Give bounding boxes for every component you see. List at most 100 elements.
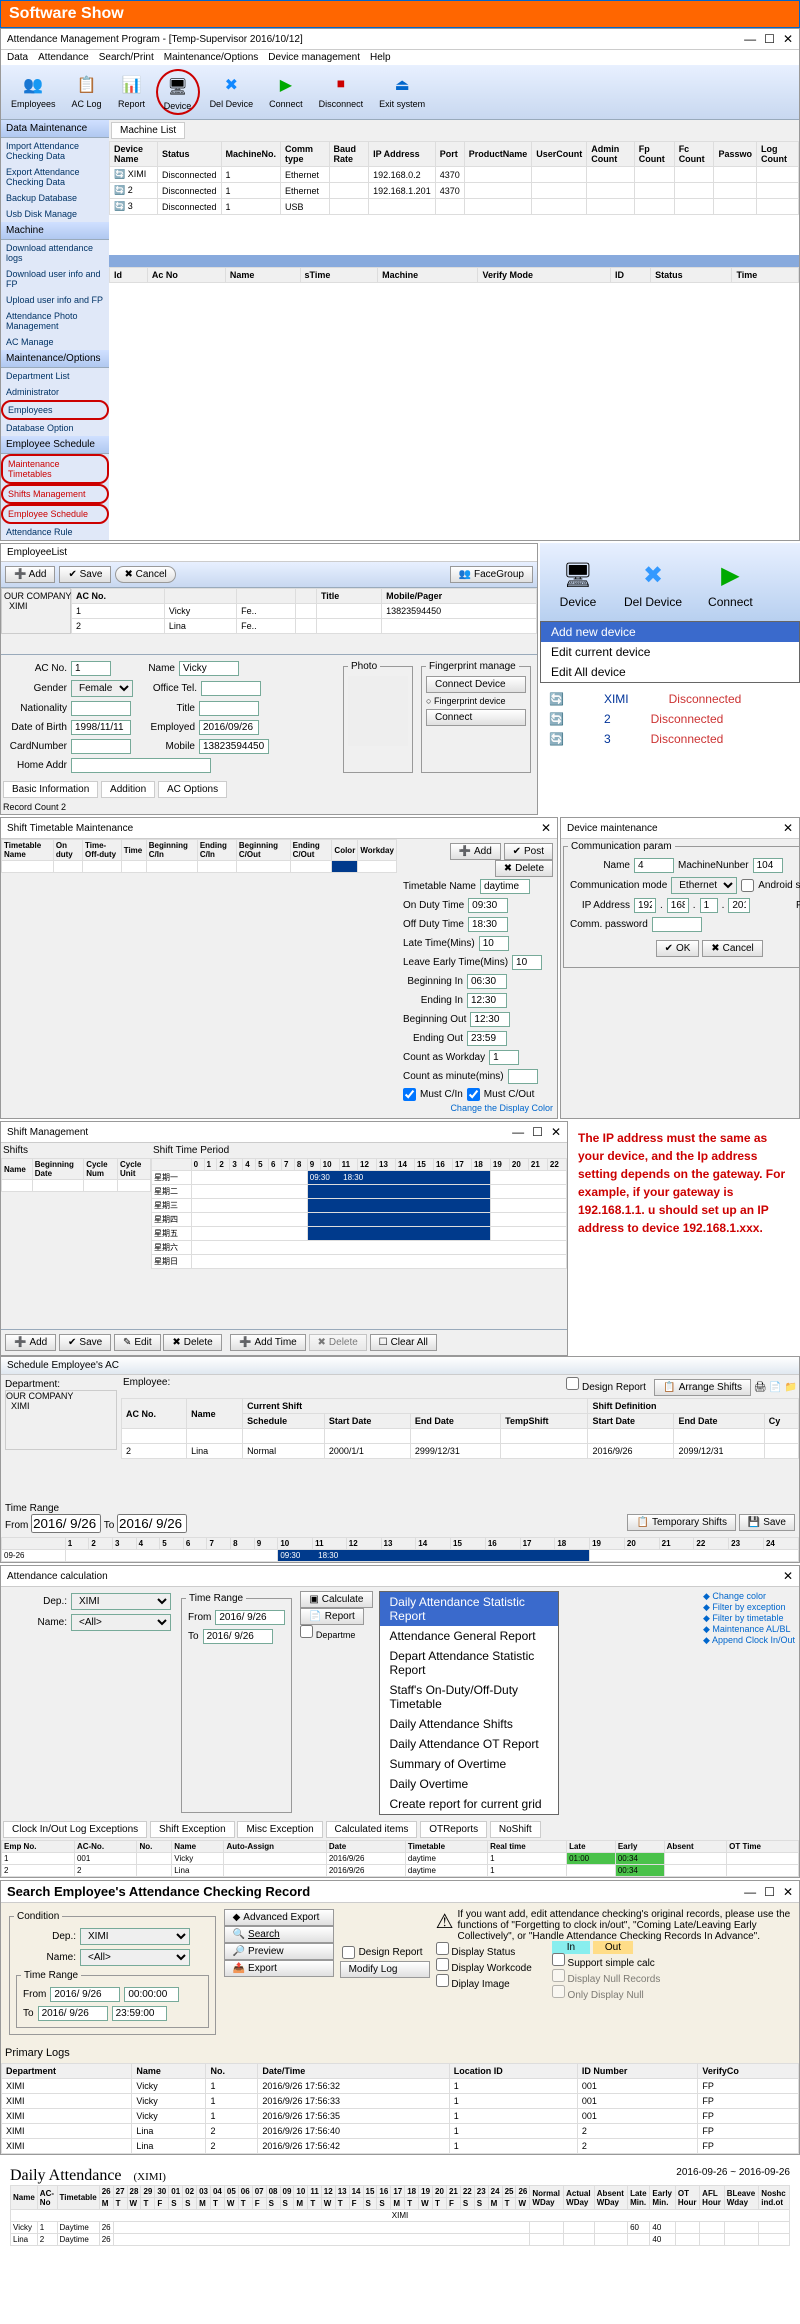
tab-otrep[interactable]: OTReports — [420, 1821, 487, 1838]
tab-clockin[interactable]: Clock In/Out Log Exceptions — [3, 1821, 147, 1838]
card-input[interactable] — [71, 739, 131, 754]
to-time[interactable] — [112, 2006, 167, 2021]
table-row[interactable]: 22Lina2016/9/26daytime100:34 — [2, 1865, 799, 1877]
menu-data[interactable]: Data — [7, 52, 28, 63]
sidebar-item-export[interactable]: Export Attendance Checking Data — [1, 164, 109, 190]
tab-shiftexc[interactable]: Shift Exception — [150, 1821, 235, 1838]
save-button[interactable]: ✔ Save — [59, 1334, 111, 1351]
tab-acoptions[interactable]: AC Options — [158, 781, 227, 798]
append-link[interactable]: ◆ Append Clock In/Out — [703, 1635, 795, 1645]
save-button[interactable]: 💾 Save — [739, 1514, 795, 1531]
menu-edit-all[interactable]: Edit All device — [541, 662, 799, 682]
leave-early-input[interactable] — [512, 955, 542, 970]
cancel-button[interactable]: ✖ Cancel — [702, 940, 763, 957]
sidebar-item-usb[interactable]: Usb Disk Manage — [1, 206, 109, 222]
device-zoom-button[interactable]: 🖥Device — [548, 551, 608, 613]
table-row[interactable]: 1VickyNormal2000/1/12999/12/312016/9/262… — [122, 1429, 799, 1444]
minimize-icon[interactable]: — — [512, 1125, 524, 1139]
menu-maintenance[interactable]: Maintenance/Options — [164, 52, 259, 63]
sidebar-group-options[interactable]: Maintenance/Options — [1, 350, 109, 368]
report-daily[interactable]: Daily Attendance Statistic Report — [380, 1592, 558, 1626]
disconnect-button[interactable]: ⏹Disconnect — [313, 69, 370, 115]
close-icon[interactable]: ✕ — [783, 1569, 793, 1583]
report-ot[interactable]: Daily Attendance OT Report — [380, 1734, 558, 1754]
sidebar-item-dept[interactable]: Department List — [1, 368, 109, 384]
table-row[interactable]: XIMIVicky12016/9/26 17:56:331001FP — [2, 2094, 799, 2109]
del-device-zoom-button[interactable]: ✖Del Device — [614, 551, 692, 613]
officetel-input[interactable] — [201, 681, 261, 696]
add-button[interactable]: ➕ Add — [450, 843, 501, 860]
sidebar-item-shifts[interactable]: Shifts Management — [1, 484, 109, 504]
nationality-input[interactable] — [71, 701, 131, 716]
to-date[interactable] — [38, 2006, 108, 2021]
sidebar-group-data[interactable]: Data Maintenance — [1, 120, 109, 138]
sidebar-item-admin[interactable]: Administrator — [1, 384, 109, 400]
table-row[interactable]: 🔄 3Disconnected1USB — [110, 199, 799, 215]
employees-button[interactable]: 👥Employees — [5, 69, 62, 115]
maximize-icon[interactable]: ☐ — [764, 32, 775, 46]
shift-row[interactable]: 星期二 — [152, 1185, 567, 1199]
onduty-input[interactable] — [468, 898, 508, 913]
temporary-shifts-button[interactable]: 📋 Temporary Shifts — [627, 1514, 735, 1531]
connect-zoom-button[interactable]: ▶Connect — [698, 551, 763, 613]
sidebar-item-attrule[interactable]: Attendance Rule — [1, 524, 109, 540]
simple-check[interactable] — [552, 1953, 565, 1966]
acno-input[interactable] — [71, 661, 111, 676]
sidebar-item-timetables[interactable]: Maintenance Timetables — [1, 454, 109, 484]
adv-export-button[interactable]: ◆ Advanced Export — [224, 1909, 334, 1926]
sidebar-item-download-logs[interactable]: Download attendance logs — [1, 240, 109, 266]
employed-input[interactable] — [199, 720, 259, 735]
facegroup-button[interactable]: 👥 FaceGroup — [450, 566, 533, 583]
mobile-input[interactable] — [199, 739, 269, 754]
table-row[interactable]: XIMILina22016/9/26 17:56:4012FP — [2, 2124, 799, 2139]
image-check[interactable] — [436, 1974, 449, 1987]
sidebar-item-employees[interactable]: Employees — [1, 400, 109, 420]
workcode-check[interactable] — [436, 1958, 449, 1971]
begin-out-input[interactable] — [470, 1012, 510, 1027]
connect-fp-button[interactable]: Connect — [426, 709, 526, 726]
from-input[interactable] — [215, 1610, 285, 1625]
deletetime-button[interactable]: ✖ Delete — [309, 1334, 367, 1351]
close-icon[interactable]: ✕ — [551, 1125, 561, 1139]
countmin-input[interactable] — [508, 1069, 538, 1084]
table-row[interactable]: XIMILina22016/9/26 17:56:4212FP — [2, 2139, 799, 2154]
edit-button[interactable]: ✎ Edit — [114, 1334, 161, 1351]
maint-link[interactable]: ◆ Maintenance AL/BL — [703, 1624, 790, 1634]
sidebar-item-empschedule[interactable]: Employee Schedule — [1, 504, 109, 524]
close-icon[interactable]: ✕ — [783, 32, 793, 46]
modifylog-button[interactable]: Modify Log — [340, 1961, 430, 1978]
title-input[interactable] — [199, 701, 259, 716]
change-color-link[interactable]: ◆ Change color — [703, 1591, 766, 1601]
table-row[interactable]: 2LinaNormal2000/1/12999/12/312016/9/2620… — [122, 1444, 799, 1459]
dep-select[interactable]: XIMI — [80, 1928, 190, 1945]
dep-select[interactable]: XIMI — [71, 1593, 171, 1610]
company-tree[interactable]: OUR COMPANY XIMI — [1, 588, 71, 634]
tab-miscexc[interactable]: Misc Exception — [237, 1821, 322, 1838]
ip3-input[interactable] — [700, 898, 718, 913]
design-check[interactable] — [342, 1946, 355, 1959]
name-select[interactable]: <All> — [71, 1614, 171, 1631]
password-input[interactable] — [652, 917, 702, 932]
menu-add-device[interactable]: Add new device — [541, 622, 799, 642]
shift-row[interactable]: 星期五 — [152, 1227, 567, 1241]
must-cin-check[interactable] — [403, 1088, 416, 1101]
aclog-button[interactable]: 📋AC Log — [66, 69, 108, 115]
report-shifts[interactable]: Daily Attendance Shifts — [380, 1714, 558, 1734]
table-row[interactable]: XIMIVicky12016/9/26 17:56:351001FP — [2, 2109, 799, 2124]
design-report-check[interactable] — [566, 1377, 579, 1390]
menu-edit-current[interactable]: Edit current device — [541, 642, 799, 662]
list-item[interactable]: 🔄XIMIDisconnected — [546, 689, 794, 709]
shift-row[interactable]: 星期四 — [152, 1213, 567, 1227]
report-depart[interactable]: Depart Attendance Statistic Report — [380, 1646, 558, 1680]
search-button[interactable]: 🔍 Search — [224, 1926, 334, 1943]
table-row[interactable]: 2LinaFe.. — [72, 619, 537, 634]
sidebar-group-machine[interactable]: Machine — [1, 222, 109, 240]
arrange-button[interactable]: 📋 Arrange Shifts — [654, 1379, 751, 1396]
only-null-check[interactable] — [552, 1985, 565, 1998]
devname-input[interactable] — [634, 858, 674, 873]
report-staff[interactable]: Staff's On-Duty/Off-Duty Timetable — [380, 1680, 558, 1714]
sidebar-item-photo[interactable]: Attendance Photo Management — [1, 308, 109, 334]
tab-addition[interactable]: Addition — [101, 781, 155, 798]
machno-input[interactable] — [753, 858, 783, 873]
tab-machinelist[interactable]: Machine List — [111, 122, 185, 139]
